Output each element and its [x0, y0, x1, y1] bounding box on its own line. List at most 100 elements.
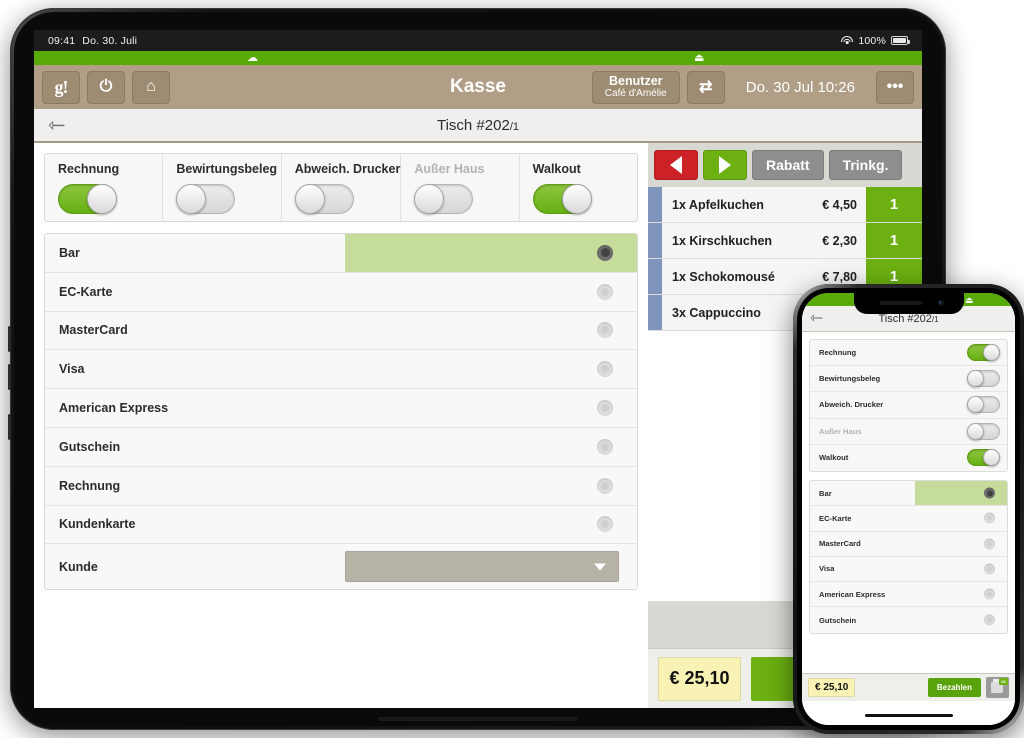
printer-icon[interactable]: 66: [986, 677, 1009, 698]
payment-row-bar[interactable]: Bar: [45, 234, 637, 273]
printer-badge: 66: [999, 678, 1008, 685]
payment-radio[interactable]: [597, 516, 613, 533]
phone-payment-radio[interactable]: [984, 538, 995, 550]
payment-row-rechnung[interactable]: Rechnung: [45, 466, 637, 506]
order-course-marker: [648, 223, 662, 258]
phone-home-indicator[interactable]: [864, 714, 953, 717]
payment-radio[interactable]: [597, 244, 613, 261]
payment-label: Visa: [59, 362, 85, 377]
phone-switch-abweich-drucker[interactable]: [967, 396, 1000, 414]
toggle-cell-walkout[interactable]: Walkout: [520, 154, 637, 221]
phone-payment-label: Bar: [819, 488, 832, 498]
payment-row-mastercard[interactable]: MasterCard: [45, 311, 637, 351]
payment-label: American Express: [59, 401, 169, 416]
payment-radio[interactable]: [597, 322, 613, 339]
payment-row-kundenkarte[interactable]: Kundenkarte: [45, 505, 637, 545]
tablet-screen: 09:41 Do. 30. Juli 100% ☁ ⏏ g! ⏻ ⌂ Kasse…: [34, 30, 922, 708]
phone-toggle-bewirtungsbeleg[interactable]: Bewirtungsbeleg: [810, 366, 1007, 393]
datetime-label: Do. 30 Jul 10:26: [745, 78, 855, 96]
order-course-marker: [648, 295, 662, 330]
payment-radio[interactable]: [597, 477, 613, 494]
tablet-button-volume-up[interactable]: [8, 326, 11, 352]
payment-radio[interactable]: [597, 438, 613, 455]
phone-payment-row-ec-karte[interactable]: EC-Karte: [810, 506, 1007, 532]
battery-icon: [891, 36, 910, 45]
payment-row-visa[interactable]: Visa: [45, 350, 637, 390]
phone-switch-bewirtungsbeleg[interactable]: [967, 370, 1000, 388]
toggle-switch-rechnung[interactable]: [58, 184, 117, 214]
tablet-home-indicator[interactable]: [378, 717, 578, 721]
home-button[interactable]: ⌂: [132, 70, 170, 104]
toggle-switch-abweich-drucker[interactable]: [294, 184, 354, 214]
payment-row-american-express[interactable]: American Express: [45, 389, 637, 428]
next-button[interactable]: [703, 150, 747, 180]
phone-payment-radio[interactable]: [984, 588, 995, 600]
tablet-button-volume-down[interactable]: [8, 364, 11, 390]
tip-button[interactable]: Trinkg.: [828, 150, 903, 180]
phone-payment-label: MasterCard: [819, 539, 861, 549]
order-row-main: 1x Kirschkuchen € 2,30: [662, 223, 866, 258]
phone-toggle-rechnung[interactable]: Rechnung: [810, 340, 1007, 367]
toggle-label: Außer Haus: [414, 162, 485, 176]
user-button[interactable]: Benutzer Café d'Amélie: [591, 70, 680, 104]
payment-row-highlight: [345, 506, 637, 544]
payment-radio[interactable]: [597, 361, 613, 378]
tablet-status-bar: 09:41 Do. 30. Juli 100%: [34, 30, 922, 51]
toggle-cell-rechnung[interactable]: Rechnung: [45, 154, 164, 221]
discount-button[interactable]: Rabatt: [752, 150, 824, 180]
order-item-price: € 7,80: [822, 269, 857, 284]
previous-button[interactable]: [654, 150, 698, 180]
payment-row-gutschein[interactable]: Gutschein: [45, 427, 637, 467]
phone-payment-row-gutschein[interactable]: Gutschein: [810, 607, 1007, 633]
phone-switch-rechnung[interactable]: [967, 344, 1000, 362]
customer-select[interactable]: [345, 551, 619, 583]
order-item-qty[interactable]: 1: [866, 187, 922, 222]
payment-row-ec-karte[interactable]: EC-Karte: [45, 272, 637, 312]
tablet-toolbar: g! ⏻ ⌂ Kasse Benutzer Café d'Amélie ⇄ Do…: [34, 65, 922, 109]
toggle-knob: [176, 184, 207, 214]
power-button[interactable]: ⏻: [87, 70, 125, 104]
order-item-name: 1x Schokomousé: [672, 269, 775, 284]
phone-payment-row-mastercard[interactable]: MasterCard: [810, 531, 1007, 557]
phone-payment-radio[interactable]: [984, 614, 995, 626]
app-logo-button[interactable]: g!: [42, 70, 80, 104]
phone-toggle-walkout[interactable]: Walkout: [810, 444, 1007, 471]
toggle-knob: [983, 449, 1000, 467]
more-options-button[interactable]: •••: [876, 70, 914, 104]
phone-toggle-abweich-drucker[interactable]: Abweich. Drucker: [810, 392, 1007, 419]
phone-toggle-label: Außer Haus: [819, 426, 862, 436]
order-row[interactable]: 1x Apfelkuchen € 4,50 1: [648, 187, 922, 223]
toggle-switch-ausser-haus: [414, 184, 474, 214]
toggle-cell-bewirtungsbeleg[interactable]: Bewirtungsbeleg: [163, 154, 282, 221]
tablet-sync-strip: ☁ ⏏: [34, 51, 922, 65]
phone-switch-walkout[interactable]: [967, 449, 1000, 467]
payment-label: Rechnung: [59, 478, 121, 493]
payment-label: EC-Karte: [59, 284, 113, 299]
phone-payment-radio[interactable]: [984, 512, 995, 524]
order-row[interactable]: 1x Kirschkuchen € 2,30 1: [648, 223, 922, 259]
payment-radio[interactable]: [597, 400, 613, 417]
phone-payment-row-bar[interactable]: Bar: [810, 480, 1007, 507]
phone-payment-radio[interactable]: [984, 563, 995, 575]
payment-label: Kundenkarte: [59, 517, 136, 532]
phone-payment-row-visa[interactable]: Visa: [810, 556, 1007, 583]
switch-user-icon[interactable]: ⇄: [686, 70, 725, 104]
phone-payment-label: Visa: [819, 564, 835, 574]
phone-payment-row-american-express[interactable]: American Express: [810, 582, 1007, 608]
toggle-switch-bewirtungsbeleg[interactable]: [176, 184, 236, 214]
phone-payment-radio[interactable]: [984, 487, 995, 499]
status-battery-pct: 100%: [858, 34, 886, 47]
toggle-knob: [983, 344, 1000, 362]
phone-pay-button[interactable]: Bezahlen: [927, 678, 981, 697]
payment-row-highlight: [345, 428, 637, 466]
order-item-price: € 4,50: [822, 197, 857, 212]
phone-device: ☁ ⏏ ⇽ Tisch #202/1 Rechnung Bewirtungsbe…: [793, 284, 1024, 734]
wifi-icon: [841, 36, 854, 45]
toggle-cell-abweich-drucker[interactable]: Abweich. Drucker: [282, 154, 402, 221]
tablet-button-power[interactable]: [8, 414, 11, 440]
toggle-switch-walkout[interactable]: [532, 184, 592, 214]
payment-row-highlight: [345, 234, 637, 272]
order-item-qty[interactable]: 1: [866, 223, 922, 258]
payment-radio[interactable]: [597, 283, 613, 300]
phone-content: Rechnung Bewirtungsbeleg Abweich. Drucke…: [802, 332, 1015, 725]
